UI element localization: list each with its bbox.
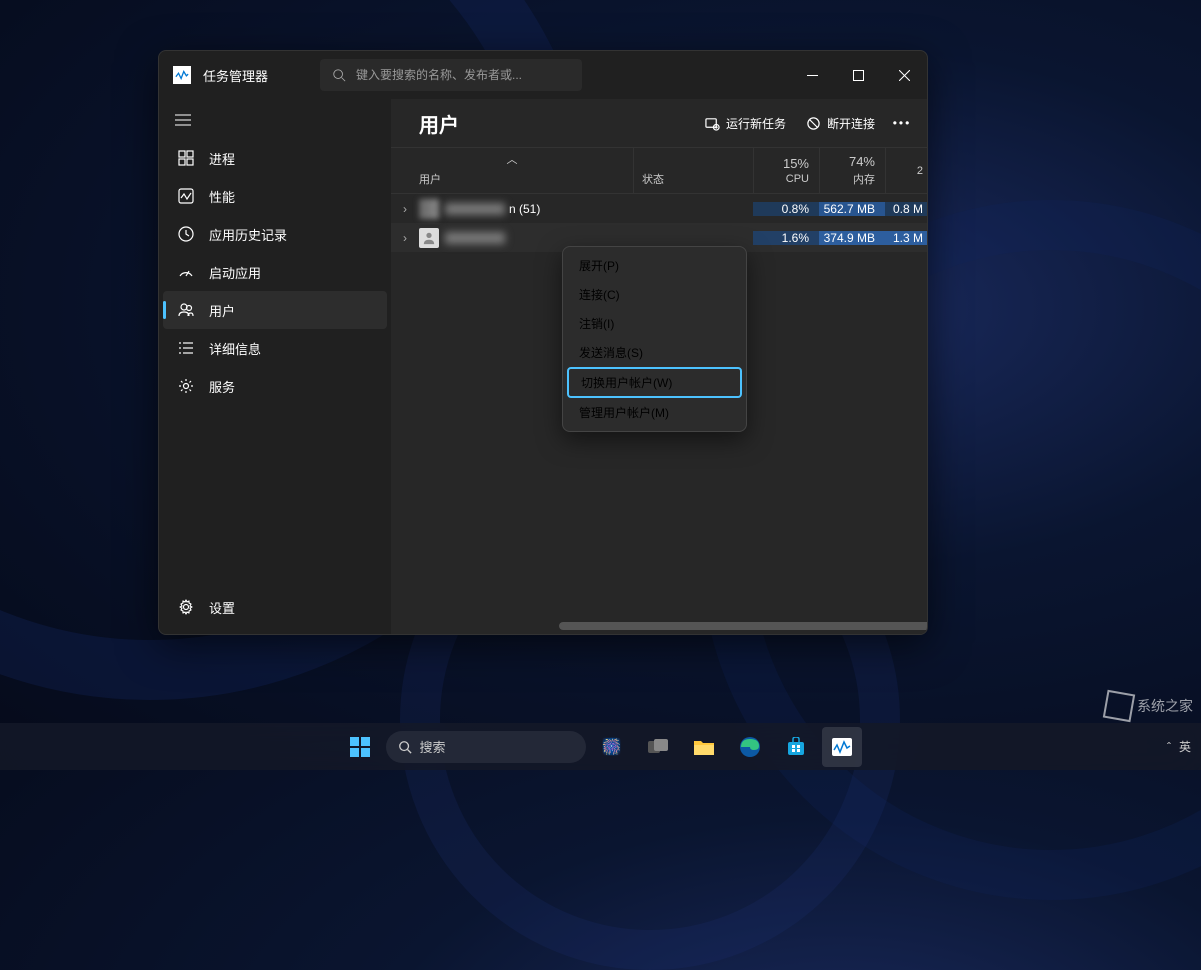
run-new-task-button[interactable]: 运行新任务 [695,106,796,140]
taskbar-search[interactable]: 搜索 [386,731,586,763]
expand-icon[interactable]: › [391,231,419,245]
sidebar-item-details[interactable]: 详细信息 [163,329,387,367]
taskbar-app-explorer[interactable] [684,727,724,767]
taskbar-app-taskmanager[interactable] [822,727,862,767]
system-tray[interactable]: ˆ 英 [1167,738,1191,755]
search-input[interactable] [356,68,570,82]
sidebar-item-history[interactable]: 应用历史记录 [163,215,387,253]
ctx-connect[interactable]: 连接(C) [567,280,742,309]
sidebar-item-label: 详细信息 [209,339,261,358]
user-row[interactable]: › n (51) 0.8% 562.7 MB 0.8 M [391,194,927,223]
edge-icon [739,736,761,758]
user-name-blurred [445,232,505,244]
app-icon [173,66,191,84]
fireworks-icon: 🎆 [602,737,622,757]
sidebar: 进程 性能 应用历史记录 启动应用 用户 详细信息 [159,99,391,634]
windows-icon [349,736,371,758]
column-headers: ︿ 用户 状态 15% CPU 74% 内存 2 [391,147,927,194]
folder-icon [693,738,715,756]
sidebar-item-label: 设置 [209,598,235,617]
taskbar-app-taskview[interactable] [638,727,678,767]
titlebar: 任务管理器 [159,51,927,99]
history-icon [177,225,195,243]
users-icon [177,301,195,319]
sidebar-item-users[interactable]: 用户 [163,291,387,329]
store-icon [786,737,806,757]
window-controls [789,51,927,99]
column-extra[interactable]: 2 [885,148,927,193]
sidebar-item-label: 性能 [209,187,235,206]
close-button[interactable] [881,51,927,99]
more-icon: ••• [893,116,912,130]
sidebar-item-label: 启动应用 [209,263,261,282]
search-icon [332,68,346,82]
maximize-button[interactable] [835,51,881,99]
taskmanager-icon [832,738,852,756]
app-title: 任务管理器 [203,66,268,85]
user-avatar [419,199,439,219]
search-box[interactable] [320,59,582,91]
sort-arrow-icon: ︿ [507,151,518,167]
sidebar-item-label: 用户 [209,301,235,320]
watermark-logo-icon [1103,690,1135,722]
sidebar-item-settings[interactable]: 设置 [163,588,387,626]
chevron-up-icon[interactable]: ˆ [1167,740,1171,754]
taskbar: 搜索 🎆 ˆ 英 [0,723,1201,770]
gear-icon [177,377,195,395]
user-name-blurred [445,203,505,215]
taskbar-app-store[interactable] [776,727,816,767]
content-header: 用户 运行新任务 断开连接 ••• [391,99,927,147]
column-status[interactable]: 状态 [633,148,753,193]
ctx-switch-user[interactable]: 切换用户帐户(W) [567,367,742,398]
sidebar-item-label: 进程 [209,149,235,168]
sidebar-item-label: 应用历史记录 [209,225,287,244]
expand-icon[interactable]: › [391,202,419,216]
watermark: 系统之家 [1105,692,1193,720]
taskbar-app-fireworks[interactable]: 🎆 [592,727,632,767]
ctx-expand[interactable]: 展开(P) [567,251,742,280]
ctx-logoff[interactable]: 注销(I) [567,309,742,338]
ctx-manage-user[interactable]: 管理用户帐户(M) [567,398,742,427]
sidebar-item-label: 服务 [209,377,235,396]
sidebar-item-performance[interactable]: 性能 [163,177,387,215]
hamburger-button[interactable] [163,101,203,139]
page-title: 用户 [419,109,459,138]
sidebar-item-startup[interactable]: 启动应用 [163,253,387,291]
ime-indicator[interactable]: 英 [1179,738,1191,755]
search-icon [398,740,412,754]
run-task-icon [705,116,720,131]
disconnect-icon [806,116,821,131]
chart-icon [177,187,195,205]
column-cpu[interactable]: 15% CPU [753,148,819,193]
user-avatar [419,228,439,248]
taskbar-app-edge[interactable] [730,727,770,767]
taskview-icon [648,739,668,755]
more-options-button[interactable]: ••• [885,106,919,140]
start-button[interactable] [340,727,380,767]
context-menu: 展开(P) 连接(C) 注销(I) 发送消息(S) 切换用户帐户(W) 管理用户… [562,246,747,432]
column-user[interactable]: ︿ 用户 [391,148,633,193]
horizontal-scrollbar[interactable] [559,622,921,630]
grid-icon [177,149,195,167]
disconnect-button[interactable]: 断开连接 [796,106,885,140]
sidebar-item-services[interactable]: 服务 [163,367,387,405]
minimize-button[interactable] [789,51,835,99]
sidebar-item-processes[interactable]: 进程 [163,139,387,177]
settings-icon [177,598,195,616]
task-manager-window: 任务管理器 进程 性能 应用历史记录 [158,50,928,635]
list-icon [177,339,195,357]
scrollbar-thumb[interactable] [559,622,928,630]
column-memory[interactable]: 74% 内存 [819,148,885,193]
ctx-send-message[interactable]: 发送消息(S) [567,338,742,367]
gauge-icon [177,263,195,281]
